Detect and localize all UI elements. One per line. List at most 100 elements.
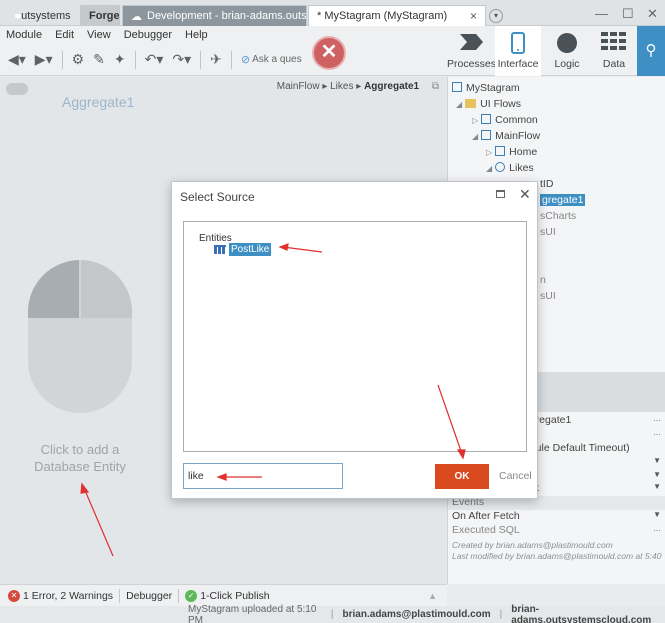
nav-logic[interactable]: Logic [543,26,591,76]
tree-item-home[interactable]: ▷ Home [486,146,537,158]
collapsed-arrow-icon[interactable]: ▷ [472,116,478,125]
collapse-icon[interactable]: ▲ [428,591,437,601]
toolbar: ◀▾ ▶▾ ⚙ ✎ ✦ ↶▾ ↷▾ ✈ ⊘ Ask a ques [0,44,447,76]
publish-label: 1-Click Publish [200,589,270,602]
nav-data-label: Data [602,58,626,70]
forward-icon[interactable]: ▶▾ [35,51,53,68]
maximize-icon[interactable] [496,190,505,198]
ok-button[interactable]: OK [435,464,489,489]
close-icon[interactable]: ✕ [519,186,531,203]
tree-item-partial[interactable]: sUI [540,226,556,238]
check-icon: ✓ [185,589,198,602]
error-icon: ✕ [8,589,20,602]
tab-development[interactable]: ☁ Development - brian-adams.outs... [122,5,307,26]
search-icon[interactable]: ⚲ [637,26,665,76]
close-window-icon[interactable]: ✕ [647,6,658,22]
nav-interface[interactable]: Interface [495,26,541,76]
toolbar-divider [230,50,232,69]
nav-processes-label: Processes [447,58,497,70]
publish-tool-icon[interactable]: ✈ [210,51,222,68]
screen-icon [495,162,506,172]
more-icon[interactable]: … [653,524,661,533]
tool-icon[interactable]: ✎ [93,51,105,68]
dropdown-icon[interactable]: ▼ [653,510,661,519]
minimize-icon[interactable]: — [595,6,608,21]
tab-forge[interactable]: Forge [80,5,120,26]
tree-item-partial[interactable]: n [540,274,546,286]
breadcrumb: MainFlow ▸ Likes ▸ Aggregate1 ⧉ [276,81,439,92]
close-tab-icon[interactable]: × [470,9,477,23]
tab-development-label: Development - brian-adams.outs... [147,10,307,22]
cloud-icon: ☁ [131,10,142,23]
outsystems-logo: outsystems [4,5,76,26]
ask-question-link[interactable]: Ask a ques [252,54,301,65]
entity-icon [214,245,226,254]
tree-root-label: MyStagram [466,82,520,94]
breadcrumb-likes[interactable]: Likes [330,81,353,92]
nav-data[interactable]: Data [591,26,637,76]
tree-item-ui-flows[interactable]: ◢ UI Flows [456,98,521,110]
maximize-icon[interactable]: ☐ [622,6,634,22]
divider: | [330,609,334,620]
user-email: brian.adams@plastimould.com [342,609,491,620]
menu-debugger[interactable]: Debugger [124,29,172,41]
on-after-fetch-property[interactable]: On After Fetch ▼ [448,510,665,524]
source-list[interactable]: Entities PostLike [183,221,527,452]
right-nav: Processes Interface Logic Data ⚲ [447,26,665,76]
publish-tab[interactable]: ✓ 1-Click Publish [185,589,270,602]
cancel-button[interactable]: Cancel [499,470,532,482]
nav-processes[interactable]: Processes [447,26,497,76]
redo-icon[interactable]: ↷▾ [172,51,191,68]
open-external-icon[interactable]: ⧉ [432,81,439,92]
add-entity-hint[interactable]: Click to add a Database Entity [30,441,130,475]
tree-ui-flows-label: UI Flows [480,98,521,110]
tool-extra-icon[interactable]: ✦ [114,51,126,68]
tree-item-common[interactable]: ▷ Common [472,114,538,126]
tree-common-label: Common [495,114,538,126]
source-search-input[interactable] [183,463,343,489]
tree-item-likes[interactable]: ◢ Likes [486,162,534,174]
upload-status: MyStagram uploaded at 5:10 PM [188,603,317,623]
tree-item-partial[interactable]: sUI [540,290,556,302]
tree-item-root[interactable]: MyStagram [452,82,520,94]
divider: | [499,609,503,620]
divider [178,588,180,603]
tree-item-mainflow[interactable]: ◢ MainFlow [472,130,540,142]
errors-summary[interactable]: ✕ 1 Error, 2 Warnings [8,589,113,602]
chevron-down-icon[interactable]: ▾ [489,9,503,23]
dropdown-icon[interactable]: ▼ [653,470,661,479]
flow-icon [481,114,492,124]
expanded-arrow-icon[interactable]: ◢ [472,132,478,141]
aggregate-title[interactable]: Aggregate1 [62,94,134,110]
menu-edit[interactable]: Edit [55,29,74,41]
entity-postlike[interactable]: PostLike [214,243,272,256]
debugger-tab[interactable]: Debugger [126,590,172,602]
menu-bar: Module Edit View Debugger Help [0,26,447,44]
dropdown-icon[interactable]: ▼ [653,482,661,491]
back-icon[interactable]: ◀▾ [8,51,26,68]
expanded-arrow-icon[interactable]: ◢ [456,100,462,109]
executed-sql-property[interactable]: Executed SQL… [448,524,665,538]
more-icon[interactable]: … [653,414,661,423]
undo-icon[interactable]: ↶▾ [145,51,164,68]
tree-item-aggregate[interactable]: gregate1 [540,194,586,206]
tree-item-partial[interactable]: tID [540,178,553,190]
breadcrumb-mainflow[interactable]: MainFlow [277,81,320,92]
menu-help[interactable]: Help [185,29,208,41]
menu-module[interactable]: Module [6,29,42,41]
close-overlay-icon[interactable]: ✕ [312,36,346,70]
settings-icon[interactable]: ⚙ [72,51,85,68]
menu-view[interactable]: View [87,29,111,41]
tree-mainflow-label: MainFlow [495,130,541,142]
tree-likes-label: Likes [509,162,534,174]
property-timeout-value: odule Default Timeout) [524,442,630,454]
dropdown-icon[interactable]: ▼ [653,456,661,465]
collapsed-arrow-icon[interactable]: ▷ [486,148,492,157]
more-icon[interactable]: … [653,428,661,437]
tree-item-partial[interactable]: sCharts [540,210,576,222]
status-bar: MyStagram uploaded at 5:10 PM | brian.ad… [0,603,665,623]
tab-mystagram[interactable]: * MyStagram (MyStagram) × [308,5,486,26]
expanded-arrow-icon[interactable]: ◢ [486,164,492,173]
mouse-icon[interactable] [28,260,132,413]
mouse-left-button [28,260,79,318]
